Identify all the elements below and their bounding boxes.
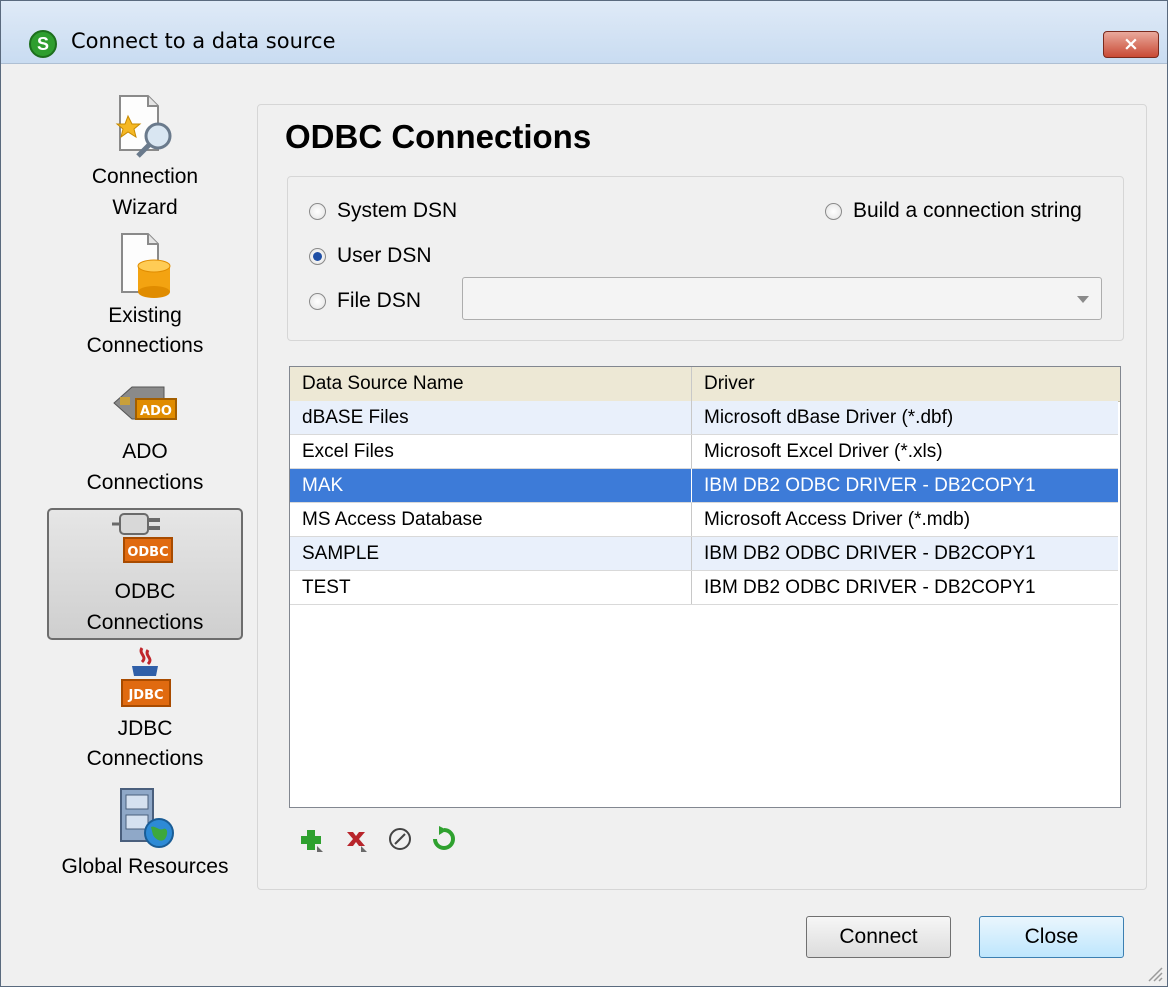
table-row-selected[interactable]: MAK IBM DB2 ODBC DRIVER - DB2COPY1 [290, 469, 1118, 503]
ado-plug-icon: ADO [113, 386, 177, 420]
radio-button[interactable] [309, 293, 326, 310]
radio-label: System DSN [337, 199, 458, 222]
radio-label: User DSN [337, 244, 432, 267]
jdbc-icon-text: JDBC [127, 688, 163, 703]
ado-icon-text: ADO [140, 404, 172, 419]
sidebar-label: Connections [86, 747, 204, 770]
window-title: Connect to a data source [71, 29, 336, 53]
cell-driver: IBM DB2 ODBC DRIVER - DB2COPY1 [704, 577, 1036, 598]
sidebar-item-existing-connections[interactable]: Existing Connections [47, 229, 243, 365]
cell-driver: IBM DB2 ODBC DRIVER - DB2COPY1 [704, 475, 1036, 496]
dialog-window: S Connect to a data source × Connection … [0, 0, 1168, 987]
cell-data-source-name: MS Access Database [302, 509, 483, 530]
sidebar-item-jdbc-connections[interactable]: JDBC JDBC Connections [47, 646, 243, 778]
table-row[interactable]: MS Access Database Microsoft Access Driv… [290, 503, 1118, 537]
sidebar-item-ado-connections[interactable]: ADO ADO Connections [47, 373, 243, 505]
sidebar-item-global-resources[interactable]: Global Resources [41, 783, 249, 883]
cell-data-source-name: MAK [302, 475, 344, 496]
column-divider [691, 469, 692, 502]
column-divider[interactable] [691, 367, 692, 401]
table-row[interactable]: dBASE Files Microsoft dBase Driver (*.db… [290, 401, 1118, 435]
column-header-data-source-name[interactable]: Data Source Name [290, 367, 691, 400]
refresh-icon[interactable] [431, 824, 457, 854]
sidebar-label: Global Resources [61, 855, 229, 878]
close-button[interactable]: Close [979, 916, 1124, 958]
column-divider [691, 435, 692, 468]
sidebar-label: JDBC [117, 717, 173, 740]
jdbc-coffee-icon: JDBC [121, 647, 171, 707]
cell-driver: Microsoft Access Driver (*.mdb) [704, 509, 971, 530]
cell-driver: IBM DB2 ODBC DRIVER - DB2COPY1 [704, 543, 1036, 564]
resize-grip-icon[interactable] [1143, 962, 1163, 982]
sidebar-label: ADO [122, 440, 168, 463]
column-divider [691, 503, 692, 536]
sidebar-label: Connections [86, 611, 204, 634]
sidebar-label: Existing [108, 304, 182, 327]
column-header-driver[interactable]: Driver [692, 367, 1120, 400]
cell-data-source-name: dBASE Files [302, 407, 409, 428]
table-row[interactable]: Excel Files Microsoft Excel Driver (*.xl… [290, 435, 1118, 469]
cell-data-source-name: SAMPLE [302, 543, 380, 564]
sidebar-label: ODBC [114, 580, 176, 603]
sidebar-item-odbc-connections[interactable]: ODBC ODBC Connections [47, 508, 243, 640]
global-resources-icon [120, 788, 174, 848]
app-logo-icon: S [29, 30, 57, 58]
window-close-button[interactable]: × [1103, 31, 1159, 58]
page-title: ODBC Connections [285, 118, 592, 155]
cell-driver: Microsoft dBase Driver (*.dbf) [704, 407, 954, 428]
radio-label: File DSN [337, 289, 422, 312]
sidebar-label: Connection [91, 165, 199, 188]
cell-driver: Microsoft Excel Driver (*.xls) [704, 441, 943, 462]
cell-data-source-name: Excel Files [302, 441, 394, 462]
add-icon[interactable] [299, 824, 325, 854]
column-divider [691, 537, 692, 570]
radio-label: Build a connection string [853, 199, 1082, 222]
sidebar-label: Connections [86, 334, 204, 357]
odbc-icon-text: ODBC [127, 545, 168, 560]
radio-button[interactable] [309, 203, 326, 220]
column-divider [691, 401, 692, 434]
table-header: Data Source Name Driver [290, 367, 1120, 402]
sidebar-label: Wizard [112, 196, 178, 219]
sidebar-item-connection-wizard[interactable]: Connection Wizard [47, 89, 243, 227]
sidebar-label: Connections [86, 471, 204, 494]
radio-button[interactable] [825, 203, 842, 220]
chevron-down-icon[interactable] [1077, 296, 1089, 303]
radio-button[interactable] [309, 248, 326, 265]
delete-icon[interactable] [343, 824, 369, 854]
table-row[interactable]: TEST IBM DB2 ODBC DRIVER - DB2COPY1 [290, 571, 1118, 605]
odbc-plug-icon: ODBC [112, 513, 173, 563]
cell-data-source-name: TEST [302, 577, 351, 598]
existing-connections-icon [121, 233, 171, 298]
data-source-table[interactable]: Data Source Name Driver dBASE Files Micr… [289, 366, 1121, 808]
connection-wizard-icon [115, 95, 172, 158]
title-bar: S Connect to a data source × [1, 1, 1167, 64]
file-dsn-combobox[interactable] [462, 277, 1102, 320]
connect-button[interactable]: Connect [806, 916, 951, 958]
table-row[interactable]: SAMPLE IBM DB2 ODBC DRIVER - DB2COPY1 [290, 537, 1118, 571]
column-divider [691, 571, 692, 604]
edit-icon[interactable] [387, 824, 413, 854]
